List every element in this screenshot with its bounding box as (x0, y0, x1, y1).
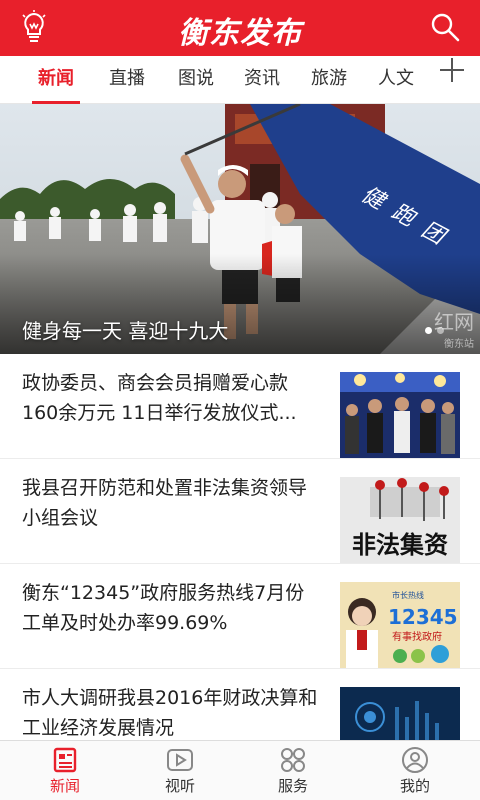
app-header: 衡东发布 (0, 0, 480, 56)
grid-icon (281, 748, 305, 772)
hero-caption: 健身每一天 喜迎十九大 (22, 319, 229, 343)
nav-label: 视听 (164, 777, 195, 795)
news-item[interactable]: 我县召开防范和处置非法集资领导小组会议 非法集资 (0, 459, 480, 564)
thumb-top: 市长热线 (392, 590, 424, 600)
tab-photos[interactable]: 图说 (174, 56, 218, 104)
bottom-navigation: 新闻 视听 服务 我的 (0, 740, 480, 800)
tab-travel[interactable]: 旅游 (307, 56, 351, 104)
nav-news[interactable]: 新闻 (25, 747, 105, 796)
news-title: 我县召开防范和处置非法集资领导小组会议 (22, 477, 308, 529)
thumb-number: 12345 (388, 605, 458, 629)
play-icon (167, 749, 193, 771)
nav-label: 我的 (399, 777, 430, 795)
nav-me[interactable]: 我的 (375, 747, 455, 796)
news-title: 市人大调研我县2016年财政决算和工业经济发展情况 (22, 687, 318, 739)
add-tab-icon[interactable] (440, 58, 464, 82)
news-thumbnail (340, 372, 460, 458)
nav-label: 新闻 (49, 777, 80, 795)
search-icon[interactable] (430, 12, 460, 42)
tab-live[interactable]: 直播 (105, 56, 149, 104)
user-icon (402, 747, 428, 773)
app-title: 衡东发布 (178, 16, 302, 51)
news-list: 政协委员、商会会员捐赠爱心款160余万元 11日举行发放仪式... 我县召开防范… (0, 354, 480, 774)
nav-label: 服务 (277, 777, 308, 795)
watermark-subtext: 衡东站 (444, 339, 474, 350)
news-icon (53, 747, 77, 773)
news-thumbnail: 市长热线 12345 有事找政府 (340, 582, 460, 668)
nav-services[interactable]: 服务 (253, 747, 333, 796)
news-item[interactable]: 衡东“12345”政府服务热线7月份工单及时处办率99.69% 市长热线 123… (0, 564, 480, 669)
nav-video[interactable]: 视听 (140, 747, 220, 796)
news-title: 衡东“12345”政府服务热线7月份工单及时处办率99.69% (22, 582, 305, 634)
thumb-text: 非法集资 (352, 530, 448, 559)
carousel-dot[interactable] (425, 327, 432, 334)
watermark-text: 红网 (434, 310, 474, 334)
tab-info[interactable]: 资讯 (240, 56, 284, 104)
tab-news[interactable]: 新闻 (32, 56, 80, 104)
news-thumbnail: 非法集资 (340, 477, 460, 563)
category-tabs: 新闻 直播 图说 资讯 旅游 人文 (0, 56, 480, 104)
news-title: 政协委员、商会会员捐赠爱心款160余万元 11日举行发放仪式... (22, 372, 297, 424)
source-watermark: 红网 衡东站 (434, 306, 474, 350)
hero-banner[interactable]: 健 跑 团 健身每一天 喜迎十九大 红网 衡东站 (0, 104, 480, 354)
tab-culture[interactable]: 人文 (374, 56, 418, 104)
thumb-slogan: 有事找政府 (392, 630, 442, 643)
news-item[interactable]: 政协委员、商会会员捐赠爱心款160余万元 11日举行发放仪式... (0, 354, 480, 459)
